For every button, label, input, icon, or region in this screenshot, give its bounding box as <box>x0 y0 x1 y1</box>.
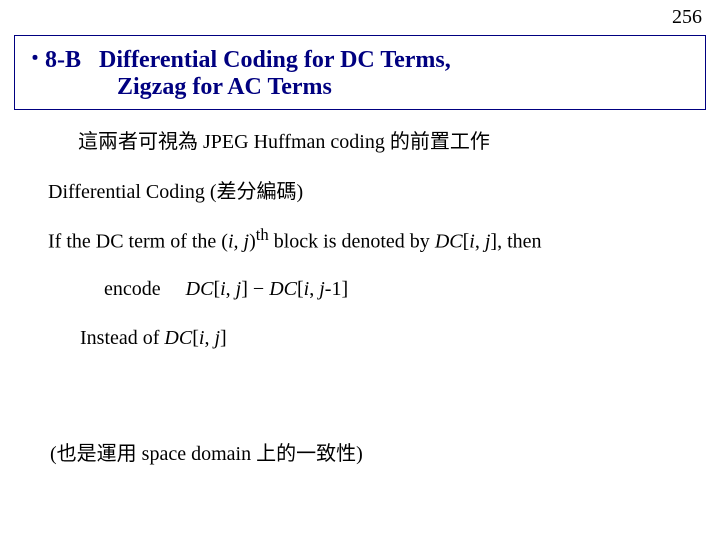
diff-coding-heading: Differential Coding (差分編碼) <box>48 175 303 204</box>
instead-line: Instead of DC[i, j] <box>80 327 227 350</box>
title-box: ・8-B Differential Coding for DC Terms, Z… <box>14 35 706 110</box>
page-number: 256 <box>672 6 702 29</box>
title-line-1: ・8-B Differential Coding for DC Terms, <box>25 42 695 74</box>
if-paren-close: ) <box>249 231 256 253</box>
dc1: DC <box>186 278 214 300</box>
minus: − <box>253 278 264 300</box>
encode-word: encode <box>104 278 161 300</box>
instead-text: Instead of <box>80 327 164 349</box>
if-close: ], then <box>490 231 541 253</box>
if-part3: block is denoted by <box>269 231 435 253</box>
comma3: , <box>204 327 214 349</box>
diff-coding-close: ) <box>296 181 303 203</box>
if-line: If the DC term of the (i, j)th block is … <box>48 225 542 254</box>
var-ij: i, j <box>228 231 249 253</box>
minus1-close: -1] <box>325 278 348 300</box>
comma2: , <box>309 278 319 300</box>
dc-func: DC <box>435 231 463 253</box>
title-line-2: Zigzag for AC Terms <box>25 74 695 101</box>
footnote: (也是運用 space domain 上的一致性) <box>50 437 363 466</box>
comma1: , <box>226 278 236 300</box>
diff-coding-label: Differential Coding ( <box>48 181 216 203</box>
encode-line: encode DC[i, j] − DC[i, j-1] <box>104 278 348 301</box>
if-part1: If the DC term of the ( <box>48 231 228 253</box>
sup-th: th <box>256 225 269 244</box>
bullet-icon: ・ <box>25 48 45 70</box>
open3: [ <box>192 327 199 349</box>
comma: , <box>475 231 485 253</box>
title-text-1: Differential Coding for DC Terms, <box>99 47 451 73</box>
close1: ] <box>241 278 253 300</box>
diff-coding-cjk: 差分編碼 <box>216 181 296 203</box>
close3: ] <box>220 327 227 349</box>
section-number: 8-B <box>45 47 81 73</box>
dc3: DC <box>164 327 192 349</box>
dc2: DC <box>269 278 297 300</box>
open2: [ <box>297 278 304 300</box>
intro-text: 這兩者可視為 JPEG Huffman coding 的前置工作 <box>78 125 490 154</box>
